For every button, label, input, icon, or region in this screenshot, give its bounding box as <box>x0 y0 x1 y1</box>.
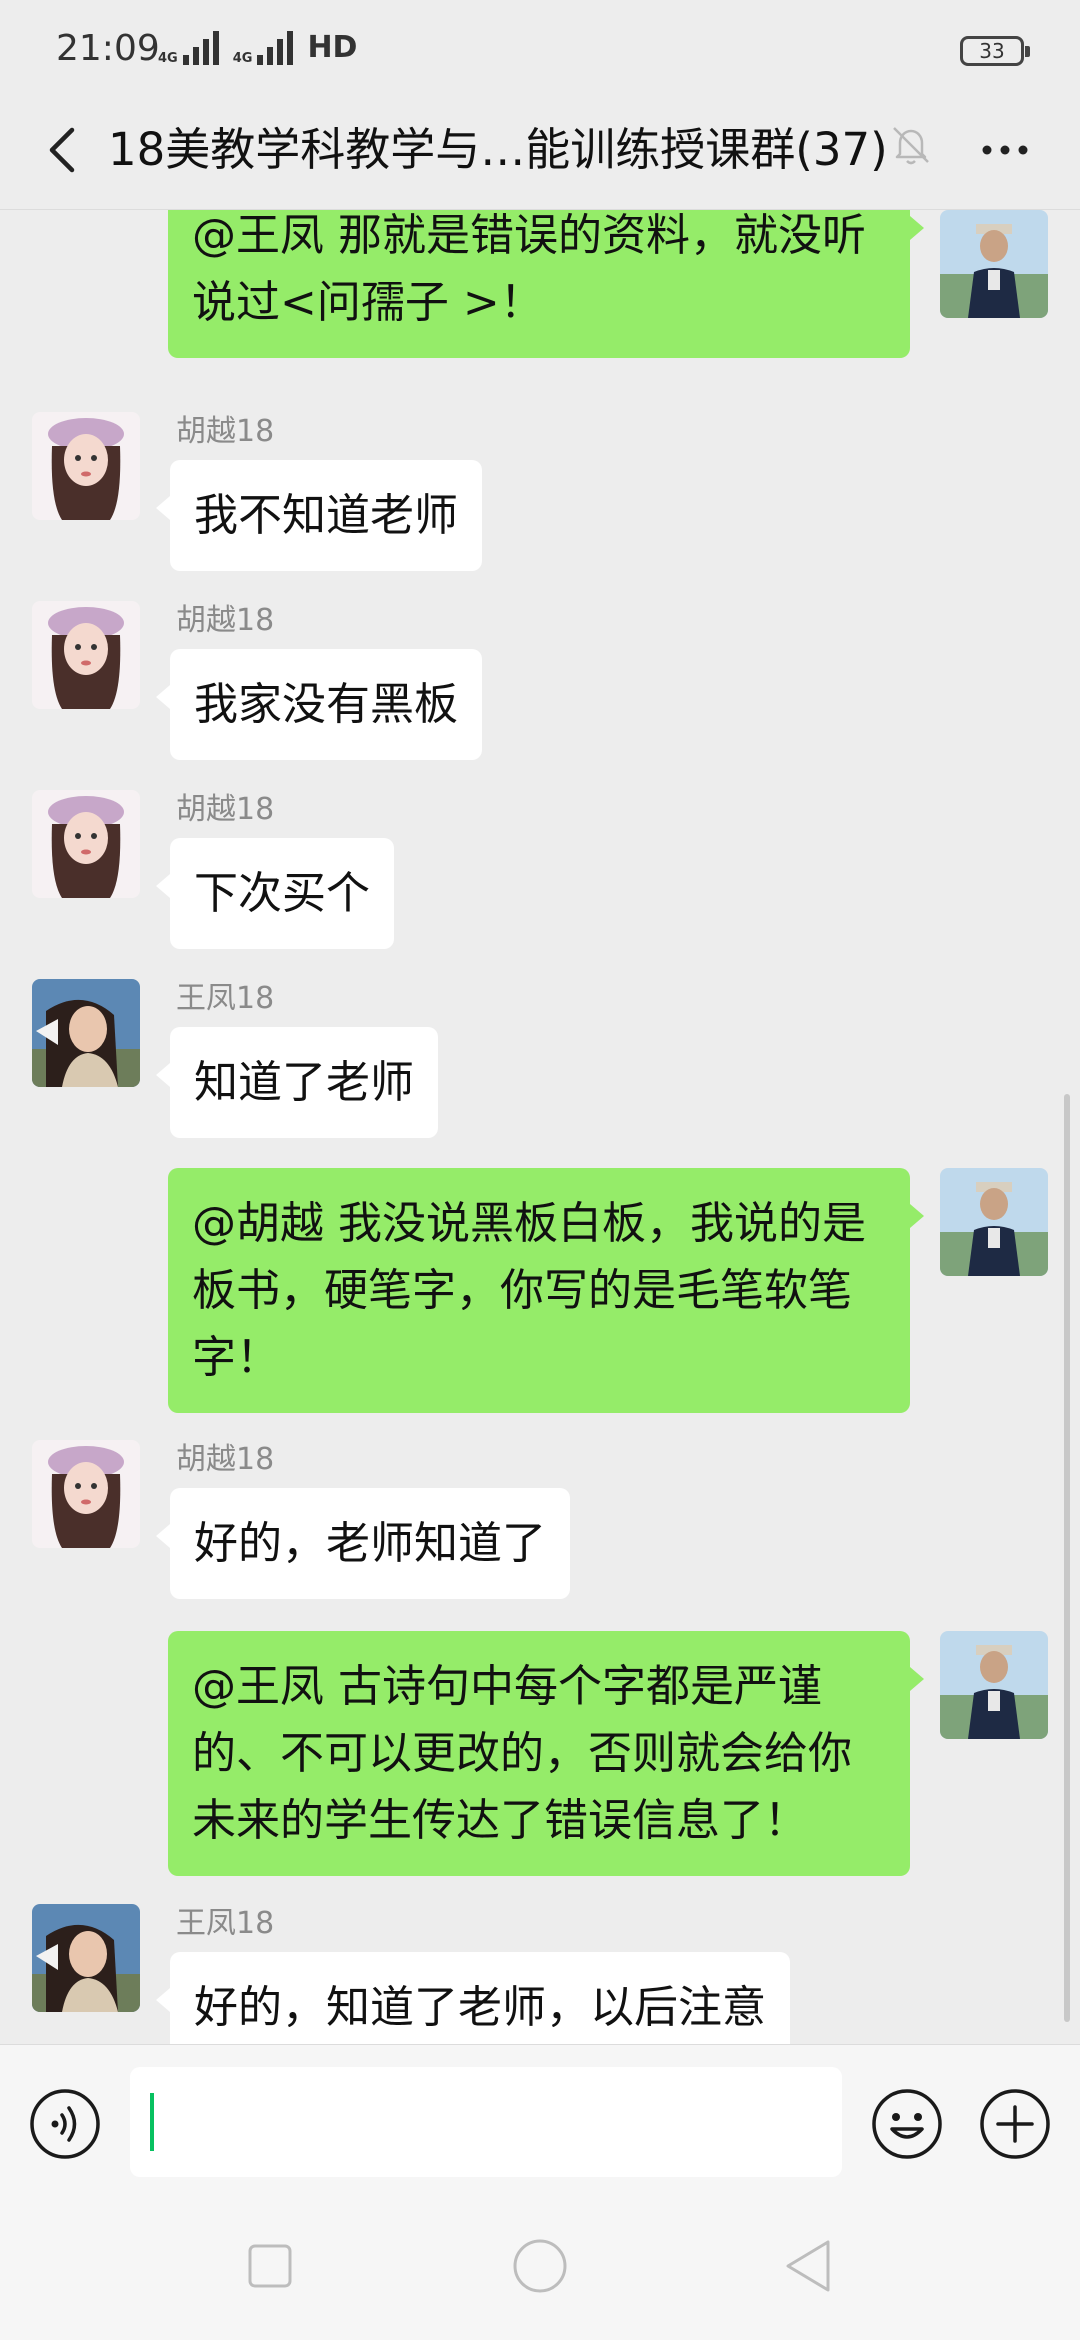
message-bubble[interactable]: @王凤 古诗句中每个字都是严谨的、不可以更改的，否则就会给你未来的学生传达了错误… <box>168 1631 924 1876</box>
voice-icon[interactable] <box>28 2087 102 2161</box>
text-cursor <box>150 2093 154 2151</box>
message-bubble[interactable]: 我不知道老师 <box>156 460 482 571</box>
scrollbar[interactable] <box>1064 1094 1070 2022</box>
plus-icon[interactable] <box>978 2087 1052 2161</box>
message-bubble[interactable]: 下次买个 <box>156 838 394 949</box>
signal-indicators: 4G 4G HD <box>158 30 357 65</box>
message-input[interactable] <box>130 2067 842 2177</box>
signal-icon-2: 4G <box>232 30 294 66</box>
avatar-wangfeng[interactable] <box>32 1904 140 2012</box>
message-bubble[interactable]: 我家没有黑板 <box>156 649 482 760</box>
status-bar: 21:09 4G 4G HD 33 <box>0 0 1080 100</box>
nav-back-icon[interactable] <box>782 2238 834 2294</box>
avatar-self[interactable] <box>940 210 1048 318</box>
home-icon[interactable] <box>512 2238 568 2294</box>
battery-level: 33 <box>979 39 1005 63</box>
avatar-self[interactable] <box>940 1168 1048 1276</box>
sender-name: 王凤18 <box>176 981 275 1016</box>
emoji-icon[interactable] <box>870 2087 944 2161</box>
message-list[interactable]: @王凤 那就是错误的资料，就没听说过<问孺子 >！ 胡越18 我不知道老师 胡越… <box>0 210 1080 2044</box>
network-label: 4G <box>158 50 178 66</box>
sender-name: 胡越18 <box>176 414 275 449</box>
sender-name: 胡越18 <box>176 792 275 827</box>
message-bubble[interactable]: 好的，知道了老师，以后注意 <box>156 1952 790 2044</box>
status-time: 21:09 <box>56 28 160 69</box>
avatar-huyue[interactable] <box>32 601 140 709</box>
input-bar <box>0 2044 1080 2194</box>
avatar-huyue[interactable] <box>32 790 140 898</box>
more-dots-icon[interactable] <box>972 120 1038 180</box>
message-bubble[interactable]: 好的，老师知道了 <box>156 1488 570 1599</box>
back-arrow-icon[interactable] <box>34 120 94 180</box>
message-bubble[interactable]: @王凤 那就是错误的资料，就没听说过<问孺子 >！ <box>168 210 924 358</box>
chat-screen: 21:09 4G 4G HD 33 18美教学科教学与…能训练授课群(37) @… <box>0 0 1080 2340</box>
hd-label: HD <box>307 30 358 65</box>
sender-name: 王凤18 <box>176 1906 275 1941</box>
battery-icon: 33 <box>960 36 1030 66</box>
network-label-2: 4G <box>232 50 253 66</box>
chat-header: 18美教学科教学与…能训练授课群(37) <box>0 100 1080 210</box>
sender-name: 胡越18 <box>176 603 275 638</box>
recents-icon[interactable] <box>248 2244 292 2288</box>
sender-name: 胡越18 <box>176 1442 275 1477</box>
avatar-wangfeng[interactable] <box>32 979 140 1087</box>
system-nav-bar <box>0 2194 1080 2340</box>
signal-icon: 4G <box>158 30 219 66</box>
avatar-self[interactable] <box>940 1631 1048 1739</box>
message-bubble[interactable]: @胡越 我没说黑板白板，我说的是板书，硬笔字，你写的是毛笔软笔字！ <box>168 1168 924 1413</box>
message-bubble[interactable]: 知道了老师 <box>156 1027 438 1138</box>
avatar-huyue[interactable] <box>32 1440 140 1548</box>
chat-title: 18美教学科教学与…能训练授课群(37) <box>108 123 888 176</box>
bell-muted-icon <box>888 122 934 168</box>
avatar-huyue[interactable] <box>32 412 140 520</box>
